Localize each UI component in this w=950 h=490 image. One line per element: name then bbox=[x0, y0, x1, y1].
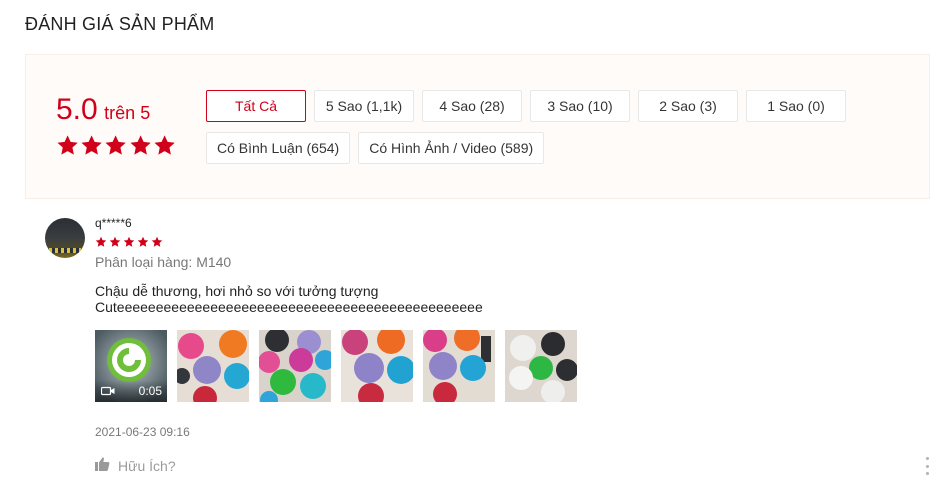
star-icon bbox=[130, 135, 151, 155]
filter-row-content: Có Bình Luận (654) Có Hình Ảnh / Video (… bbox=[206, 132, 846, 164]
filter-5-star-button[interactable]: 5 Sao (1,1k) bbox=[314, 90, 414, 122]
review-image-thumbnail[interactable] bbox=[341, 330, 413, 402]
avatar[interactable] bbox=[45, 218, 85, 258]
video-duration: 0:05 bbox=[138, 384, 162, 398]
review-content: Chậu dễ thương, hơi nhỏ so với tưởng tượ… bbox=[95, 283, 483, 315]
star-icon bbox=[154, 135, 175, 155]
star-icon bbox=[137, 236, 149, 247]
rating-value: 5.0 bbox=[56, 93, 98, 126]
rating-filters: Tất Cả 5 Sao (1,1k) 4 Sao (28) 3 Sao (10… bbox=[206, 90, 846, 174]
review-stars bbox=[95, 236, 163, 248]
star-icon bbox=[57, 135, 78, 155]
review-image-thumbnail[interactable] bbox=[505, 330, 577, 402]
rating-stars bbox=[56, 133, 176, 158]
filter-row-stars: Tất Cả 5 Sao (1,1k) 4 Sao (28) 3 Sao (10… bbox=[206, 90, 846, 122]
video-camera-icon bbox=[101, 386, 115, 396]
star-icon bbox=[123, 236, 135, 247]
filter-with-comment-button[interactable]: Có Bình Luận (654) bbox=[206, 132, 351, 164]
helpful-button[interactable]: Hữu Ích? bbox=[95, 457, 176, 474]
star-icon bbox=[151, 236, 163, 247]
star-icon bbox=[105, 135, 127, 155]
filter-4-star-button[interactable]: 4 Sao (28) bbox=[422, 90, 522, 122]
review-video-thumbnail[interactable]: 0:05 bbox=[95, 330, 167, 402]
star-icon bbox=[95, 236, 107, 247]
review-content-line: Cuteeeeeeeeeeeeeeeeeeeeeeeeeeeeeeeeeeeee… bbox=[95, 299, 483, 315]
review-media-list: 0:05 bbox=[95, 330, 577, 402]
review-variation: Phân loại hàng: M140 bbox=[95, 254, 232, 270]
star-icon bbox=[109, 236, 121, 247]
rating-overview: 5.0 trên 5 Tất Cả 5 Sao (1,1k) 4 Sao (28… bbox=[25, 54, 930, 199]
review-timestamp: 2021-06-23 09:16 bbox=[95, 425, 190, 439]
thumbs-up-icon bbox=[95, 457, 110, 474]
star-icon bbox=[81, 135, 102, 155]
rating-score: 5.0 trên 5 bbox=[56, 93, 176, 127]
review-image-thumbnail[interactable] bbox=[423, 330, 495, 402]
filter-all-button[interactable]: Tất Cả bbox=[206, 90, 306, 122]
section-title: ĐÁNH GIÁ SẢN PHẨM bbox=[25, 14, 215, 34]
filter-with-media-button[interactable]: Có Hình Ảnh / Video (589) bbox=[358, 132, 545, 164]
more-vertical-icon[interactable] bbox=[922, 457, 932, 475]
review-image-thumbnail[interactable] bbox=[177, 330, 249, 402]
filter-2-star-button[interactable]: 2 Sao (3) bbox=[638, 90, 738, 122]
review-author[interactable]: q*****6 bbox=[95, 216, 132, 230]
rating-score-block: 5.0 trên 5 bbox=[56, 93, 176, 158]
filter-1-star-button[interactable]: 1 Sao (0) bbox=[746, 90, 846, 122]
filter-3-star-button[interactable]: 3 Sao (10) bbox=[530, 90, 630, 122]
rating-suffix: trên 5 bbox=[104, 103, 151, 123]
helpful-label: Hữu Ích? bbox=[118, 457, 176, 474]
video-badge: 0:05 bbox=[95, 380, 167, 402]
review-content-line: Chậu dễ thương, hơi nhỏ so với tưởng tượ… bbox=[95, 283, 379, 299]
review-image-thumbnail[interactable] bbox=[259, 330, 331, 402]
